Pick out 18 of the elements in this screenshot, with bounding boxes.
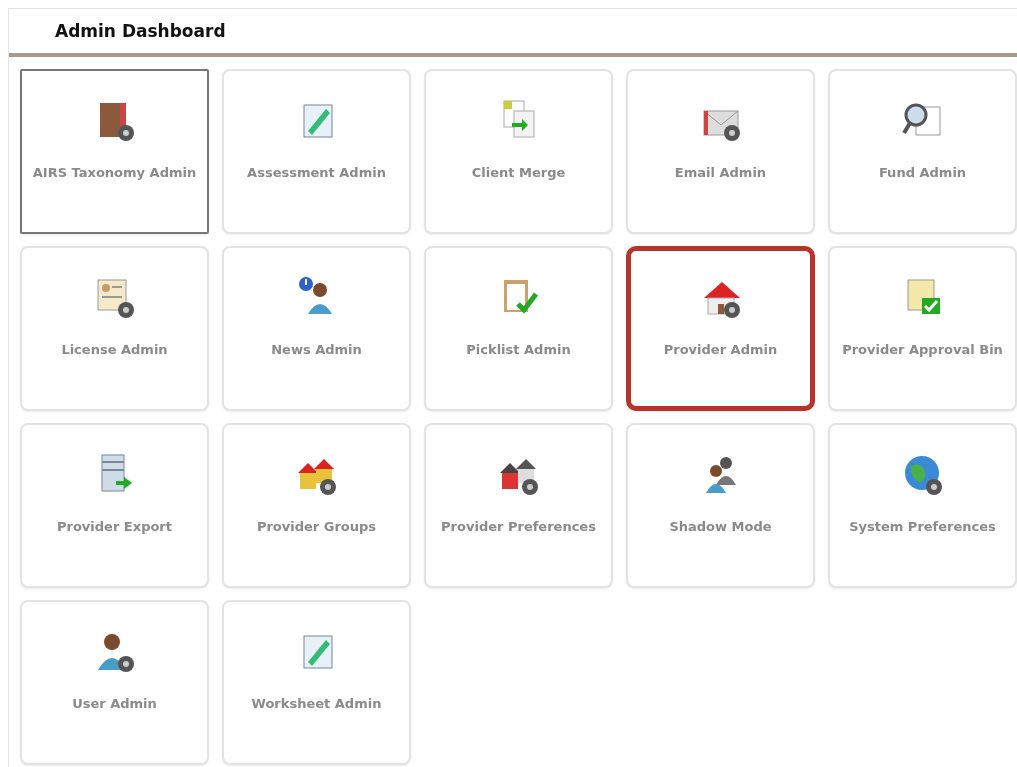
dashboard-tile[interactable]: System Preferences	[828, 422, 1017, 588]
dashboard-tile[interactable]: Email Admin	[626, 68, 815, 234]
dashboard-tile[interactable]: User Admin	[20, 599, 209, 765]
dashboard-tile[interactable]: Worksheet Admin	[222, 599, 411, 765]
dashboard-tile[interactable]: Shadow Mode	[626, 422, 815, 588]
dashboard-tile[interactable]: AIRS Taxonomy Admin	[20, 68, 209, 234]
dashboard-tile[interactable]: Assessment Admin	[222, 68, 411, 234]
dashboard-tile[interactable]: Fund Admin	[828, 68, 1017, 234]
dashboard-tile[interactable]: Provider Admin	[626, 245, 815, 411]
dashboard-tile[interactable]: Provider Export	[20, 422, 209, 588]
dashboard-tile[interactable]: Provider Groups	[222, 422, 411, 588]
dashboard-tile[interactable]: Picklist Admin	[424, 245, 613, 411]
dashboard-tile[interactable]: Provider Approval Bin	[828, 245, 1017, 411]
dashboard-tile[interactable]: News Admin	[222, 245, 411, 411]
dashboard-tile[interactable]: License Admin	[20, 245, 209, 411]
dashboard-tile[interactable]: Provider Preferences	[424, 422, 613, 588]
dashboard-tile[interactable]: Client Merge	[424, 68, 613, 234]
dashboard-title: Admin Dashboard	[55, 21, 226, 41]
